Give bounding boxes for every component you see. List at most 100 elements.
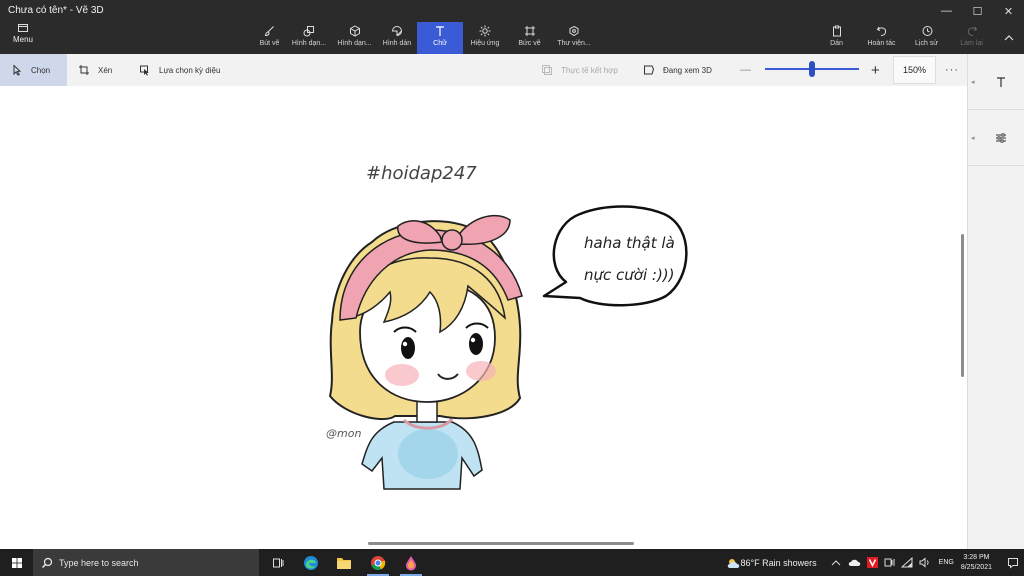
view-3d-button[interactable]: Đang xem 3D: [643, 54, 712, 86]
tool-brushes[interactable]: Bút vẽ: [253, 22, 286, 54]
minimize-button[interactable]: —: [931, 0, 962, 22]
antivirus-icon[interactable]: [866, 557, 878, 568]
tool-label: Hình dạn...: [337, 40, 372, 47]
bow-knot: [441, 229, 463, 251]
zoom-level-field[interactable]: 150%: [893, 56, 936, 84]
task-view-button[interactable]: [262, 549, 294, 576]
stickers-icon: [391, 26, 402, 37]
tool-label: Lịch sử: [915, 40, 938, 47]
sliders-icon: [996, 132, 1006, 143]
paint-3d-icon: [406, 555, 416, 570]
select-button[interactable]: Chọn: [0, 54, 67, 86]
notifications-button[interactable]: [1002, 557, 1024, 569]
close-button[interactable]: ✕: [993, 0, 1024, 22]
menu-button[interactable]: Menu: [4, 22, 42, 52]
tool-label: Thư viện...: [557, 40, 591, 47]
3d-shapes-icon: [349, 25, 360, 37]
clock[interactable]: 3:28 PM 8/25/2021: [961, 553, 992, 573]
tool-canvas[interactable]: Bức vẽ: [507, 22, 552, 54]
tool-3d-shapes[interactable]: Hình dạn...: [332, 22, 377, 54]
windows-logo-icon: [11, 557, 22, 568]
collapse-ribbon-button[interactable]: [994, 22, 1024, 54]
tool-label: Hình dạn...: [291, 40, 327, 47]
tool-stickers[interactable]: Hình dán: [377, 22, 417, 54]
system-tray: 86°F Rain showers ENG 3:28 PM 8/25/2021: [727, 549, 1024, 576]
redo-button[interactable]: Làm lại: [949, 22, 994, 54]
cloud-icon: [848, 559, 860, 566]
effects-icon: [479, 25, 491, 37]
bow-right: [457, 214, 511, 245]
window-title: Chưa có tên* - Vẽ 3D: [8, 5, 104, 16]
history-button[interactable]: Lịch sử: [904, 22, 949, 54]
drawing-canvas[interactable]: #hoidap247 haha thật là nực cười :))) @m…: [0, 86, 967, 549]
tool-3d-library[interactable]: Thư viện...: [552, 22, 596, 54]
folder-icon: [18, 24, 28, 32]
maximize-button[interactable]: ☐: [962, 0, 993, 22]
zoom-in-button[interactable]: +: [871, 54, 880, 86]
tool-effects[interactable]: Hiệu ứng: [463, 22, 507, 54]
start-button[interactable]: [0, 549, 33, 576]
canvas-drawing: #hoidap247 haha thật là nực cười :))) @m…: [326, 163, 688, 490]
horizontal-scrollbar[interactable]: [368, 542, 634, 545]
network-adapter-icon[interactable]: [884, 557, 895, 568]
crop-button[interactable]: Xén: [78, 54, 112, 86]
secondary-toolbar: Chọn Xén Lựa chọn kỳ diệu Thực tế kết hợ…: [0, 54, 967, 86]
2d-shapes-icon: [303, 26, 314, 37]
tool-text[interactable]: Chữ: [417, 22, 463, 54]
edge-icon: [304, 555, 318, 570]
input-language[interactable]: ENG: [939, 559, 954, 566]
left-eye-shine: [402, 341, 408, 347]
wifi-signal-icon: [900, 557, 913, 568]
onedrive-icon[interactable]: [848, 558, 861, 567]
view-3d-label: Đang xem 3D: [663, 65, 712, 75]
crop-label: Xén: [98, 65, 113, 75]
chrome-icon: [371, 555, 386, 570]
file-explorer-app[interactable]: [328, 549, 360, 576]
volume-icon[interactable]: [919, 557, 931, 568]
more-options-button[interactable]: ···: [945, 54, 959, 86]
chevron-up-icon[interactable]: [830, 557, 842, 569]
clock-time: 3:28 PM: [963, 553, 990, 561]
edge-app[interactable]: [295, 549, 327, 576]
ribbon-right-tools: Dán Hoàn tác Lịch sử Làm lại: [814, 22, 1024, 54]
undo-button[interactable]: Hoàn tác: [859, 22, 904, 54]
weather-widget[interactable]: 86°F Rain showers: [727, 557, 817, 569]
cursor-icon: [13, 64, 22, 76]
mixed-reality-label: Thực tế kết hợp: [561, 65, 618, 75]
speech-bubble: [542, 205, 688, 307]
tool-label: Dán: [830, 40, 843, 47]
task-view-icon: [273, 558, 284, 567]
paint-3d-app[interactable]: [395, 549, 427, 576]
tool-label: Làm lại: [960, 40, 983, 47]
tool-label: Bức vẽ: [518, 40, 541, 47]
chrome-app[interactable]: [362, 549, 394, 576]
text-icon: [997, 76, 1005, 87]
select-label: Chọn: [31, 65, 51, 75]
speaker-icon: [919, 557, 929, 568]
mixed-reality-button[interactable]: Thực tế kết hợp: [541, 54, 618, 86]
chevron-left-icon: ◂: [971, 78, 975, 86]
left-blush: [385, 364, 419, 386]
magic-select-button[interactable]: Lựa chọn kỳ diệu: [139, 54, 220, 86]
right-blush: [466, 361, 496, 381]
chevron-up-icon: [1004, 35, 1014, 41]
shield-v-icon: [866, 557, 878, 568]
redo-icon: [967, 26, 977, 36]
paste-button[interactable]: Dán: [814, 22, 859, 54]
hashtag-text: #hoidap247: [366, 163, 477, 184]
tool-label: Hình dán: [382, 40, 412, 47]
text-panel-button[interactable]: ◂: [968, 54, 1024, 110]
left-eye: [401, 337, 415, 359]
zoom-out-button[interactable]: —: [740, 54, 751, 86]
format-panel-button[interactable]: ◂: [968, 110, 1024, 166]
zoom-slider-thumb[interactable]: [809, 61, 815, 77]
folder-icon: [337, 557, 351, 569]
tool-2d-shapes[interactable]: Hình dạn...: [286, 22, 332, 54]
tool-label: Chữ: [433, 40, 447, 47]
vertical-scrollbar[interactable]: [961, 234, 964, 377]
crop-icon: [79, 65, 89, 75]
taskbar-search-box[interactable]: Type here to search: [33, 549, 259, 576]
canvas-icon: [524, 26, 535, 36]
signature-text: @mon: [326, 427, 361, 440]
wifi-icon[interactable]: [900, 557, 913, 568]
